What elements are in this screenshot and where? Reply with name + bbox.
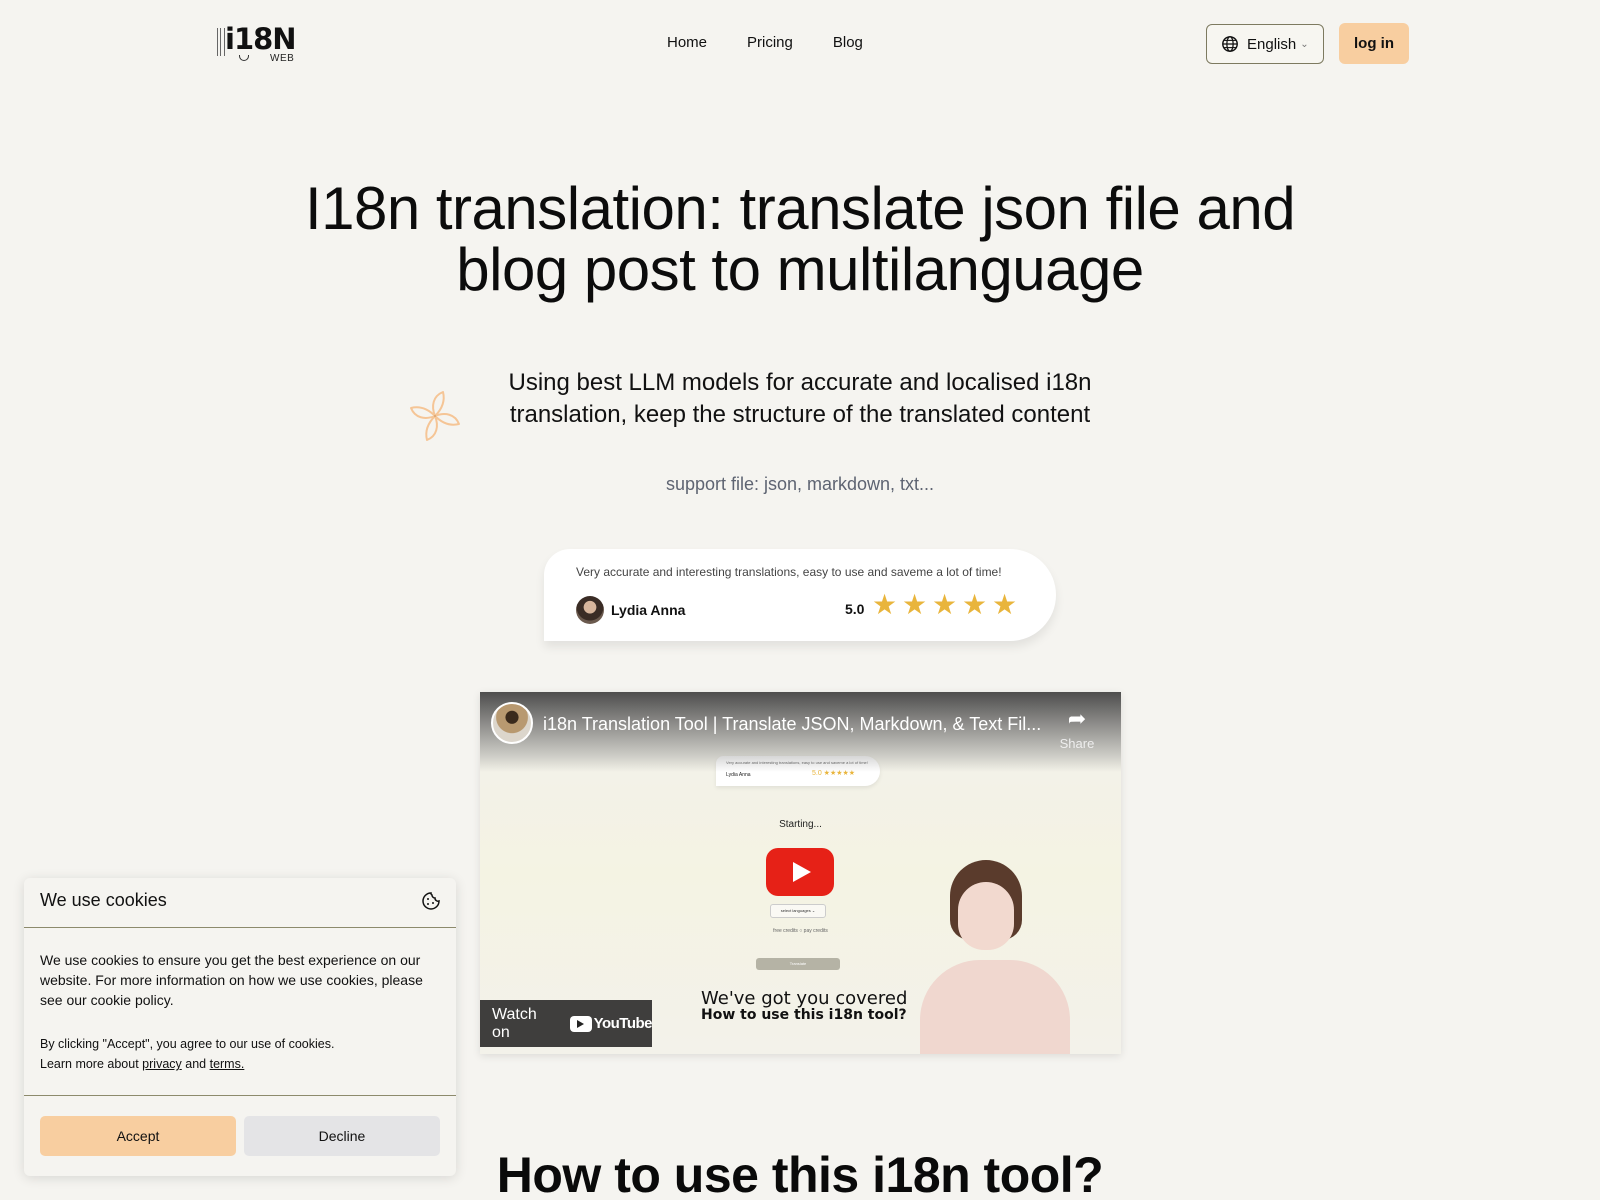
learn-more-label: Learn more about (40, 1057, 139, 1071)
reviewer-name: Lydia Anna (611, 602, 686, 618)
avatar (576, 596, 604, 624)
hero-title-line1: I18n translation: translate json file an… (304, 175, 1296, 242)
terms-link[interactable]: terms. (210, 1057, 245, 1071)
star-rating: ★ ★ ★ ★ ★ (872, 589, 1018, 620)
logo-sub: WEB (270, 53, 295, 64)
nav-pricing[interactable]: Pricing (747, 34, 793, 51)
cookie-title: We use cookies (40, 890, 167, 910)
video-caption: We've got you covered How to use this i1… (701, 988, 908, 1023)
star-icon: ★ (932, 589, 958, 620)
youtube-wordmark: YouTube (593, 1015, 653, 1032)
video-preview-status: Starting... (779, 819, 822, 830)
login-button[interactable]: log in (1339, 23, 1409, 64)
site-header: i18N WEB Home Pricing Blog English ⌄ log… (0, 0, 1600, 90)
video-preview-translate: Translate (756, 958, 840, 970)
divider (24, 1095, 456, 1096)
channel-avatar[interactable] (491, 702, 533, 744)
video-caption-line2: How to use this i18n tool? (701, 1007, 907, 1023)
howto-heading: How to use this i18n tool? (496, 1147, 1104, 1200)
share-button[interactable]: ➦ Share (1052, 706, 1102, 751)
video-preview-select: select languages ⌄ (770, 904, 826, 918)
presenter-body (920, 960, 1070, 1054)
youtube-play-icon (569, 1015, 592, 1032)
logo-bars (217, 28, 225, 56)
review-score: 5.0 (845, 601, 865, 617)
cookie-consent: By clicking "Accept", you agree to our u… (40, 1034, 440, 1074)
chevron-down-icon: ⌄ (1300, 38, 1309, 50)
presenter-image (910, 860, 1080, 1054)
youtube-logo: YouTube (569, 1015, 653, 1032)
star-icon: ★ (992, 589, 1018, 620)
cookie-consent-text: By clicking "Accept", you agree to our u… (40, 1037, 335, 1051)
cookie-banner: We use cookies We use cookies to ensure … (24, 878, 456, 1176)
globe-icon (1222, 36, 1238, 52)
watch-on-youtube-button[interactable]: Watch on YouTube (480, 1000, 653, 1047)
and-label: and (185, 1057, 207, 1071)
divider (24, 927, 456, 928)
logo[interactable]: i18N WEB (215, 20, 297, 66)
hero-subtitle: Using best LLM models for accurate and l… (508, 369, 1092, 428)
logo-word: i18N (225, 22, 297, 56)
language-selector[interactable]: English ⌄ (1206, 24, 1324, 64)
video-embed[interactable]: Very accurate and interesting translatio… (480, 692, 1121, 1054)
hero-title-line2: blog post to multilanguage (456, 236, 1144, 303)
play-button[interactable] (766, 848, 834, 896)
share-label: Share (1059, 736, 1095, 751)
language-label: English (1247, 35, 1297, 53)
cookie-description: We use cookies to ensure you get the bes… (40, 952, 423, 1008)
video-preview-name: Lydia Anna (726, 772, 751, 778)
main-nav: Home Pricing Blog (667, 34, 863, 51)
nav-blog[interactable]: Blog (833, 34, 863, 51)
privacy-link[interactable]: privacy (142, 1057, 182, 1071)
review-quote: Very accurate and interesting translatio… (576, 565, 1002, 579)
watch-on-label: Watch on (492, 1005, 537, 1041)
cookie-learn-more: Learn more about privacy and terms. (40, 1054, 440, 1074)
supported-files: support file: json, markdown, txt... (665, 474, 935, 494)
video-title[interactable]: i18n Translation Tool | Translate JSON, … (543, 714, 1041, 735)
share-icon: ➦ (1067, 706, 1087, 731)
hero-title: I18n translation: translate json file an… (0, 178, 1600, 300)
nav-home[interactable]: Home (667, 34, 707, 51)
star-icon: ★ (902, 589, 928, 620)
star-icon: ★ (872, 589, 898, 620)
cookie-icon (422, 892, 440, 910)
review-card: Very accurate and interesting translatio… (544, 549, 1056, 641)
pinwheel-icon (410, 391, 460, 441)
star-icon: ★ (962, 589, 988, 620)
video-caption-line1: We've got you covered (701, 988, 908, 1009)
presenter-face (958, 882, 1014, 950)
logo-smile (239, 55, 249, 61)
